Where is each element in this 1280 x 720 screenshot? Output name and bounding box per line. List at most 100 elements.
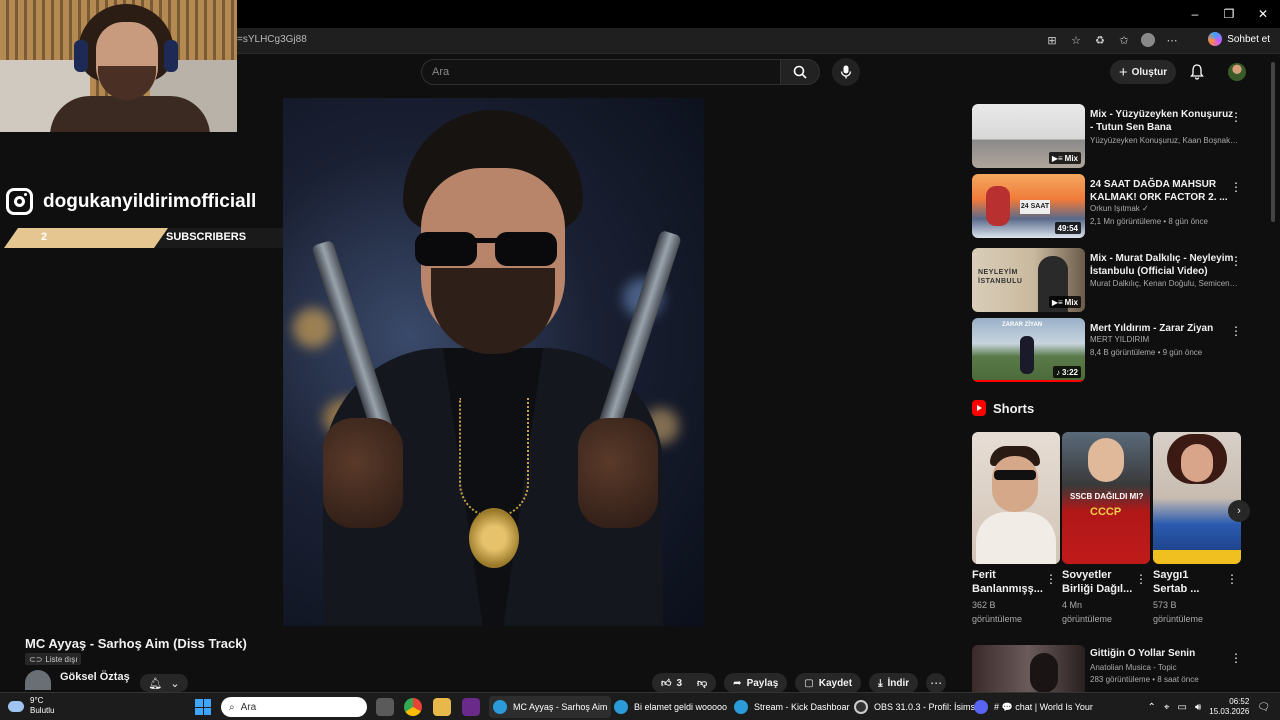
short-caption: SSCB DAĞILDI MI? bbox=[1070, 492, 1144, 501]
url-text[interactable]: =sYLHCg3Gj88 bbox=[237, 34, 307, 45]
favorites-icon[interactable]: ✩ bbox=[1116, 32, 1132, 48]
clock[interactable]: 06:52 15.03.2026 bbox=[1209, 697, 1249, 717]
thumbs-down-icon[interactable]: 👎︎ bbox=[697, 677, 707, 689]
more-menu-icon[interactable]: ⋯ bbox=[1164, 32, 1180, 48]
short-thumbnail[interactable] bbox=[1153, 432, 1241, 564]
short-thumbnail[interactable]: SSCB DAĞILDI MI? СССР bbox=[1062, 432, 1150, 564]
visibility-label: Liste dışı bbox=[45, 654, 78, 664]
taskbar-search[interactable]: ⌕ Ara bbox=[221, 697, 367, 717]
favorite-star-icon[interactable]: ☆ bbox=[1068, 32, 1084, 48]
video-title: MC Ayyaş - Sarhoş Aim (Diss Track) bbox=[25, 636, 247, 651]
search-box bbox=[421, 59, 781, 85]
recommendation-title[interactable]: 24 SAAT DAĞDA MAHSUR KALMAK! ORK FACTOR … bbox=[1090, 178, 1238, 204]
short-views: 4 Mn bbox=[1062, 600, 1083, 610]
recommendation-thumbnail[interactable]: 24 SAAT 49:54 bbox=[972, 174, 1085, 238]
recommendation-item[interactable]: ZARAR ZİYAN ♪ 3:22 Mert Yıldırım - Zarar … bbox=[972, 318, 1262, 384]
bell-icon: 🔔︎ bbox=[148, 677, 163, 690]
close-button[interactable]: ✕ bbox=[1246, 0, 1280, 28]
video-player[interactable] bbox=[283, 98, 704, 626]
notification-center-icon[interactable]: 🗨︎ bbox=[1257, 702, 1270, 713]
recommendation-title[interactable]: Gittiğin O Yollar Senin bbox=[1090, 647, 1238, 660]
recommendation-menu-icon[interactable]: ⋮ bbox=[1230, 254, 1242, 268]
windows-taskbar: 9°C Bulutlu ⌕ Ara MC Ayyaş - Sarhoş Aim … bbox=[0, 692, 1280, 720]
taskbar-app-obs[interactable]: OBS 31.0.3 - Profil: İsims bbox=[850, 696, 979, 718]
extensions-icon[interactable]: ♻ bbox=[1092, 32, 1108, 48]
account-avatar[interactable] bbox=[1228, 63, 1246, 81]
recommendation-item[interactable]: ▶≡ Mix Mix - Yüzyüzeyken Konuşuruz - Tutu… bbox=[972, 104, 1262, 170]
short-menu-icon[interactable]: ⋮ bbox=[1045, 572, 1057, 586]
system-tray: ⌃ ⌖ ▭ 🔊︎ 06:52 15.03.2026 🗨︎ bbox=[1147, 693, 1280, 720]
short-views-label: görüntüleme bbox=[1062, 614, 1113, 624]
location-icon[interactable]: ⌖ bbox=[1164, 702, 1170, 713]
playlist-icon: ▶≡ bbox=[1051, 297, 1063, 307]
taskbar-app-edge-2[interactable]: Bi elamet geldi wooooo bbox=[610, 696, 731, 718]
task-view-icon[interactable] bbox=[376, 698, 394, 716]
volume-icon[interactable]: 🔊︎ bbox=[1195, 702, 1201, 713]
subscription-bell-button[interactable]: 🔔︎ ⌄ bbox=[140, 674, 188, 692]
notifications-button[interactable] bbox=[1186, 61, 1208, 83]
taskbar-app-discord[interactable]: # 💬 chat | World Is Your bbox=[970, 696, 1097, 718]
duration-badge: 49:54 bbox=[1054, 222, 1081, 234]
short-thumbnail[interactable] bbox=[972, 432, 1060, 564]
short-menu-icon[interactable]: ⋮ bbox=[1135, 572, 1147, 586]
weather-widget[interactable]: 9°C Bulutlu bbox=[8, 696, 54, 716]
thumbnail-caption: ZARAR ZİYAN bbox=[1002, 322, 1043, 328]
more-actions-button[interactable]: ⋯ bbox=[926, 673, 947, 693]
short-menu-icon[interactable]: ⋮ bbox=[1226, 572, 1238, 586]
taskbar-app-edge-youtube[interactable]: MC Ayyaş - Sarhoş Aim bbox=[489, 696, 612, 718]
profile-icon[interactable] bbox=[1140, 32, 1156, 48]
recommendation-item[interactable]: NEYLEYİM İSTANBULU ▶≡ Mix Mix - Murat Dal… bbox=[972, 248, 1262, 314]
edge-icon bbox=[734, 700, 748, 714]
recommendation-title[interactable]: Mix - Murat Dalkılıç - Neyleyim İstanbul… bbox=[1090, 252, 1238, 278]
chevron-up-icon[interactable]: ⌃ bbox=[1147, 702, 1155, 713]
channel-avatar[interactable] bbox=[25, 670, 51, 690]
recommendation-menu-icon[interactable]: ⋮ bbox=[1230, 110, 1242, 124]
search-icon: ⌕ bbox=[229, 701, 235, 713]
create-button[interactable]: + Oluştur bbox=[1110, 60, 1176, 84]
recommendation-channel: Orkun Işıtmak ✓ bbox=[1090, 204, 1149, 213]
copilot-button[interactable]: Sohbet et bbox=[1208, 32, 1270, 46]
recommendation-menu-icon[interactable]: ⋮ bbox=[1230, 180, 1242, 194]
save-button[interactable]: ▢ Kaydet bbox=[795, 673, 862, 693]
recommendation-title[interactable]: Mix - Yüzyüzeyken Konuşuruz - Tutun Sen … bbox=[1090, 108, 1238, 134]
recommendation-thumbnail[interactable]: NEYLEYİM İSTANBULU ▶≡ Mix bbox=[972, 248, 1085, 312]
chrome-icon[interactable] bbox=[404, 698, 422, 716]
recommendation-thumbnail[interactable]: ZARAR ZİYAN ♪ 3:22 bbox=[972, 318, 1085, 382]
voice-search-button[interactable] bbox=[832, 58, 860, 86]
search-input[interactable] bbox=[422, 60, 780, 84]
recommendation-channel: Murat Dalkılıç, Kenan Doğulu, Semicenk .… bbox=[1090, 279, 1240, 288]
subscriber-count: 2 bbox=[41, 231, 48, 243]
bookmark-icon: ▢ bbox=[804, 677, 814, 689]
visual-studio-icon[interactable] bbox=[462, 698, 480, 716]
weather-temp: 9°C bbox=[30, 696, 44, 705]
recommendation-item[interactable]: 24 SAAT 49:54 24 SAAT DAĞDA MAHSUR KALMA… bbox=[972, 174, 1262, 240]
app-icon[interactable]: ⊞ bbox=[1044, 32, 1060, 48]
maximize-button[interactable]: ❐ bbox=[1212, 0, 1246, 28]
shorts-next-button[interactable]: › bbox=[1228, 500, 1250, 522]
network-icon[interactable]: ▭ bbox=[1177, 702, 1186, 713]
search-icon bbox=[793, 65, 807, 79]
download-button[interactable]: ⤓ İndir bbox=[869, 673, 919, 693]
recommendation-menu-icon[interactable]: ⋮ bbox=[1230, 651, 1242, 665]
download-icon: ⤓ bbox=[878, 677, 883, 689]
sunglasses-icon bbox=[415, 232, 557, 266]
short-views-label: görüntüleme bbox=[972, 614, 1023, 624]
instagram-overlay: dogukanyildirimofficiall bbox=[6, 188, 256, 215]
like-button[interactable]: 👍︎ 3 👎︎ bbox=[652, 673, 717, 693]
obs-icon bbox=[854, 700, 868, 714]
channel-name[interactable]: Göksel Öztaş bbox=[60, 671, 130, 683]
share-button[interactable]: ➦ Paylaş bbox=[724, 673, 788, 693]
recommendation-menu-icon[interactable]: ⋮ bbox=[1230, 324, 1242, 338]
taskbar-app-edge-kick[interactable]: Stream - Kick Dashboar bbox=[730, 696, 854, 718]
minimize-button[interactable]: – bbox=[1178, 0, 1212, 28]
scrollbar-thumb[interactable] bbox=[1271, 62, 1275, 222]
windows-start-icon[interactable] bbox=[195, 699, 211, 715]
file-explorer-icon[interactable] bbox=[433, 698, 451, 716]
copilot-label: Sohbet et bbox=[1227, 33, 1270, 45]
recommendation-stats: 2,1 Mn görüntüleme • 8 gün önce bbox=[1090, 217, 1208, 226]
webcam-overlay bbox=[0, 0, 237, 132]
edge-icon bbox=[493, 700, 507, 714]
recommendation-thumbnail[interactable]: ▶≡ Mix bbox=[972, 104, 1085, 168]
edge-icon bbox=[614, 700, 628, 714]
search-button[interactable] bbox=[780, 59, 820, 85]
